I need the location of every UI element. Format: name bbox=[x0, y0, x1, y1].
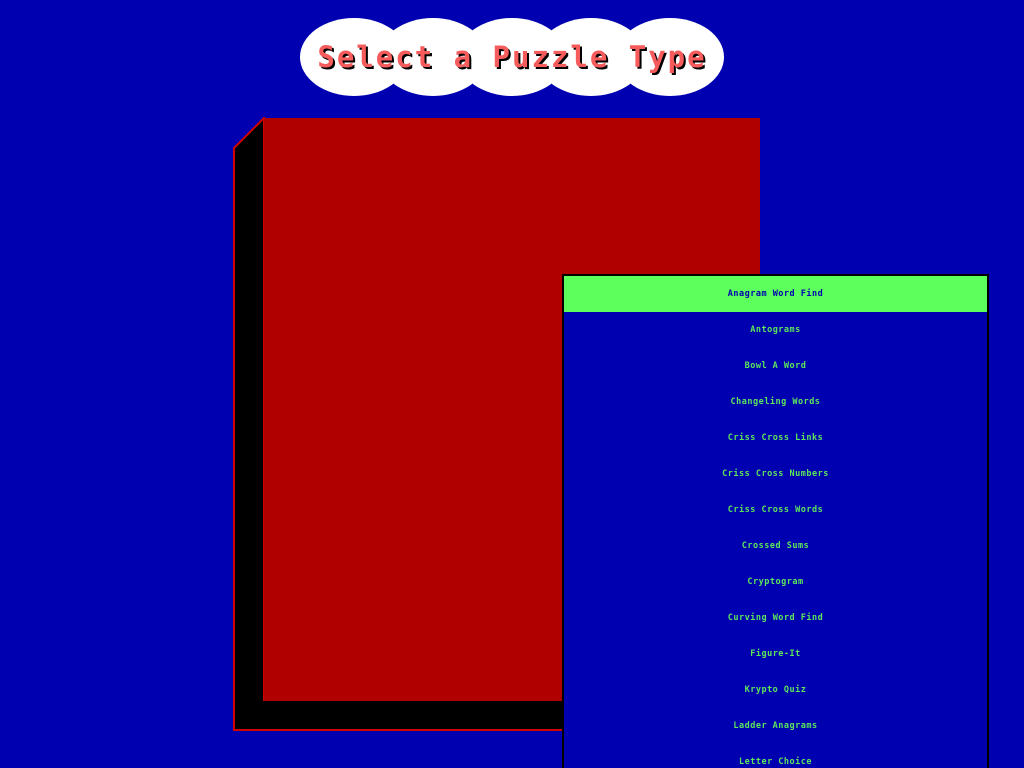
page-title: Select a Puzzle Type bbox=[317, 40, 707, 74]
list-item[interactable]: Criss Cross Words bbox=[564, 492, 987, 528]
list-item[interactable]: Bowl A Word bbox=[564, 348, 987, 384]
list-item[interactable]: Cryptogram bbox=[564, 564, 987, 600]
list-item[interactable]: Changeling Words bbox=[564, 384, 987, 420]
list-item[interactable]: Antograms bbox=[564, 312, 987, 348]
title-banner: Select a Puzzle Type bbox=[300, 18, 724, 96]
list-item[interactable]: Letter Choice bbox=[564, 744, 987, 768]
puzzle-type-list[interactable]: Anagram Word Find Antograms Bowl A Word … bbox=[562, 274, 989, 768]
list-item[interactable]: Anagram Word Find bbox=[564, 276, 987, 312]
puzzle-type-dialog: Anagram Word Find Antograms Bowl A Word … bbox=[264, 118, 989, 768]
list-item[interactable]: Criss Cross Links bbox=[564, 420, 987, 456]
list-item[interactable]: Crossed Sums bbox=[564, 528, 987, 564]
list-item[interactable]: Criss Cross Numbers bbox=[564, 456, 987, 492]
app-screen: Select a Puzzle Type Anagram Word Find A… bbox=[0, 0, 1024, 768]
list-item[interactable]: Figure-It bbox=[564, 636, 987, 672]
list-item[interactable]: Krypto Quiz bbox=[564, 672, 987, 708]
list-item[interactable]: Curving Word Find bbox=[564, 600, 987, 636]
list-item[interactable]: Ladder Anagrams bbox=[564, 708, 987, 744]
